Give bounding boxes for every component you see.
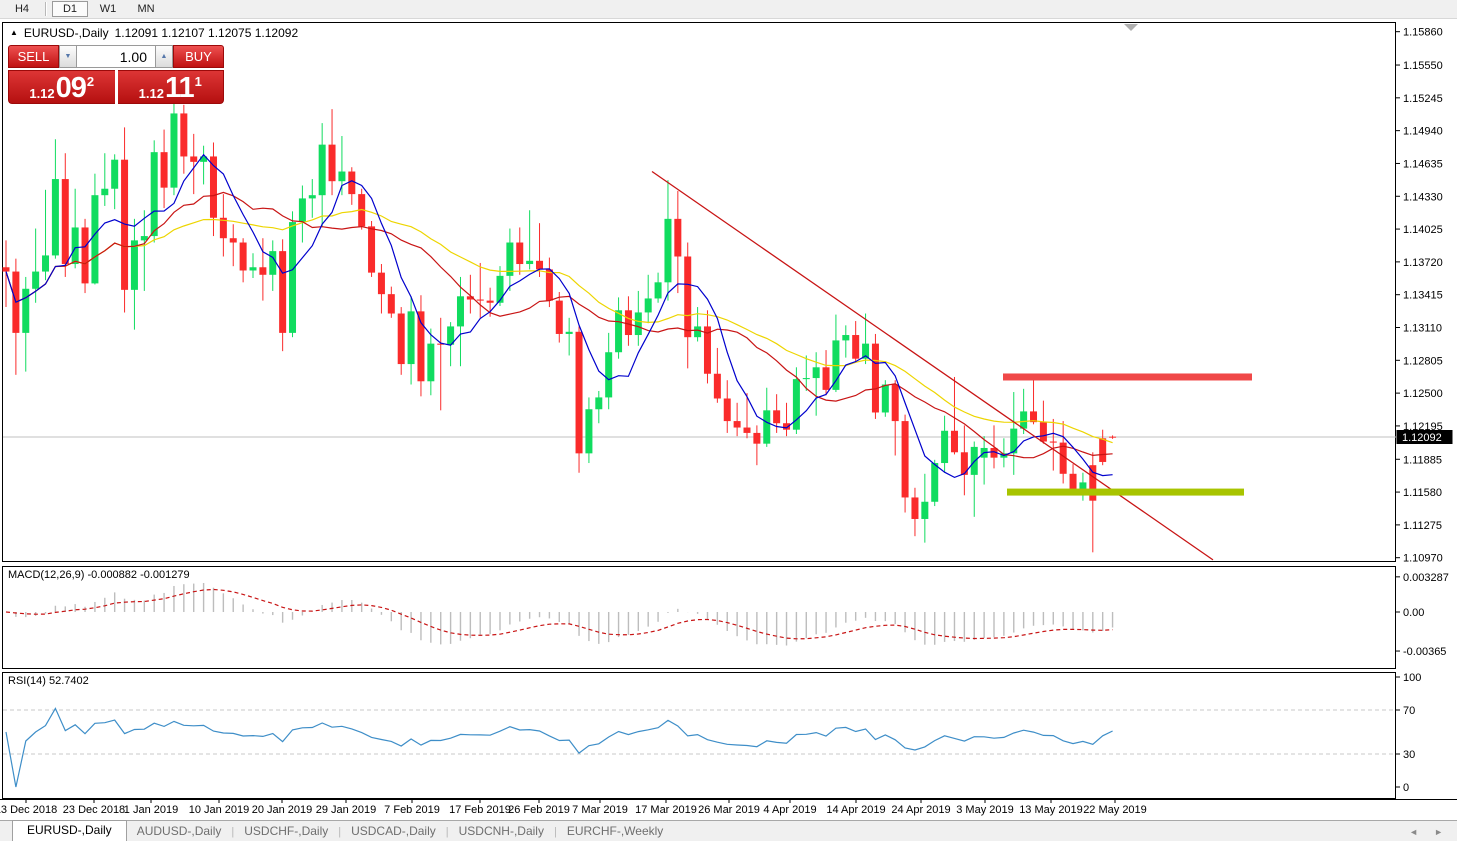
ask-price-prefix: 1.12	[139, 86, 164, 101]
tab-eurchf-weekly[interactable]: EURCHF-,Weekly	[557, 821, 673, 841]
tab-audusd-daily[interactable]: AUDUSD-,Daily	[127, 821, 232, 841]
tab-usdcad-daily[interactable]: USDCAD-,Daily	[341, 821, 446, 841]
chart-symbol-label: EURUSD-,Daily	[24, 26, 109, 40]
ask-price-big: 11	[165, 75, 194, 101]
bid-price-sup: 2	[87, 74, 94, 89]
macd-values: -0.000882 -0.001279	[87, 569, 189, 581]
symbol-marker-icon: ▲	[10, 28, 18, 37]
buy-button[interactable]: BUY	[173, 45, 224, 68]
chart-ohlc-values: 1.12091 1.12107 1.12075 1.12092	[115, 26, 299, 40]
bid-price-big: 09	[56, 75, 86, 101]
timeframe-button-d1[interactable]: D1	[52, 1, 88, 17]
timeframe-toolbar: H4 D1W1MN	[0, 0, 1457, 19]
tab-usdchf-daily[interactable]: USDCHF-,Daily	[234, 821, 338, 841]
bid-price-prefix: 1.12	[29, 86, 54, 101]
rsi-value: 52.7402	[49, 675, 89, 687]
tab-scroll-arrows: ◄►	[1409, 827, 1443, 841]
rsi-label: RSI(14) 52.7402	[8, 675, 89, 687]
spin-down-icon: ▼	[65, 53, 72, 60]
rsi-name: RSI(14)	[8, 675, 46, 687]
sell-button[interactable]: SELL	[8, 45, 59, 68]
spin-up-icon: ▲	[161, 53, 168, 60]
volume-increase-button[interactable]: ▲	[155, 45, 173, 68]
volume-field[interactable]: 1.00	[77, 45, 155, 68]
ask-price-sup: 1	[195, 74, 202, 89]
tab-usdcnh-daily[interactable]: USDCNH-,Daily	[449, 821, 554, 841]
one-click-trading-widget: SELL ▼ 1.00 ▲ BUY 1.12 09 2 1.12 11 1	[8, 45, 224, 104]
rsi-indicator-panel[interactable]	[2, 672, 1396, 799]
price-axis[interactable]	[1396, 22, 1457, 799]
macd-name: MACD(12,26,9)	[8, 569, 84, 581]
bid-price-button[interactable]: 1.12 09 2	[8, 70, 115, 104]
toolbar-separator	[45, 2, 47, 16]
symbol-tab-bar: EURUSD-,DailyAUDUSD-,Daily|USDCHF-,Daily…	[0, 820, 1457, 841]
date-axis[interactable]	[0, 799, 1457, 818]
chart-title-line: ▲ EURUSD-,Daily 1.12091 1.12107 1.12075 …	[10, 26, 298, 40]
macd-indicator-panel[interactable]	[2, 566, 1396, 669]
volume-decrease-button[interactable]: ▼	[59, 45, 77, 68]
trading-platform-window: H4 D1W1MN ▲ EURUSD-,Daily 1.12091 1.12107…	[0, 0, 1457, 841]
tab-eurusd-daily[interactable]: EURUSD-,Daily	[12, 820, 127, 841]
timeframe-button-w1[interactable]: W1	[90, 1, 126, 17]
ask-price-button[interactable]: 1.12 11 1	[118, 70, 225, 104]
scroll-right-icon[interactable]: ►	[1434, 827, 1443, 837]
scroll-left-icon[interactable]: ◄	[1409, 827, 1418, 837]
timeframe-button-mn[interactable]: MN	[128, 1, 164, 17]
timeframe-button-h4[interactable]: H4	[4, 1, 40, 17]
macd-label: MACD(12,26,9) -0.000882 -0.001279	[8, 569, 190, 581]
